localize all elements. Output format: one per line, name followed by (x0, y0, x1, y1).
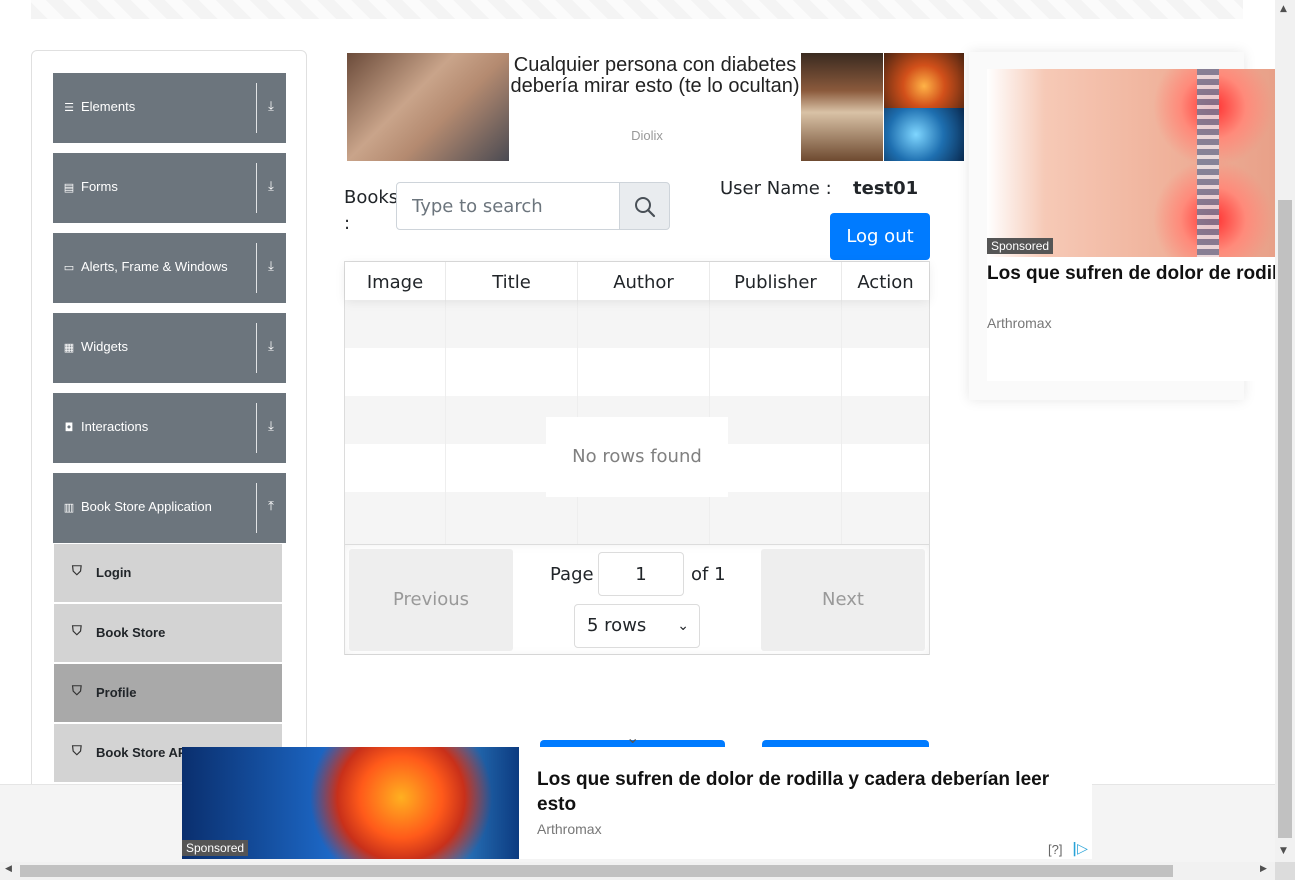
sidebar-group-alerts[interactable]: ▭ Alerts, Frame & Windows ⤓ (53, 233, 286, 303)
sidebar-group-label: Book Store Application (81, 499, 212, 514)
scrollbar-corner (1275, 862, 1295, 880)
bottom-ad-title[interactable]: Los que sufren de dolor de rodilla y cad… (537, 767, 1087, 817)
table-row (345, 300, 929, 348)
sidebar-group-label: Elements (81, 99, 136, 114)
vertical-scroll-thumb[interactable] (1278, 200, 1292, 838)
upload-arrow-icon: ⤒ (268, 499, 274, 514)
table-header: Image Title Author Publisher Action (345, 262, 929, 300)
horizontal-scrollbar[interactable]: ◀ ▶ (0, 862, 1275, 880)
sidebar-group-widgets[interactable]: ▦ Widgets ⤓ (53, 313, 286, 383)
window-icon: ▭ (63, 261, 75, 274)
ad-image-explosion[interactable] (884, 53, 964, 108)
html5-icon: ⛉ (72, 744, 82, 759)
scroll-up-icon[interactable]: ▲ (1280, 4, 1287, 14)
sidebar-group-interactions[interactable]: ◘ Interactions ⤓ (53, 393, 286, 463)
rows-per-page-value: 5 rows (587, 615, 647, 636)
ad-image-back-pain[interactable] (987, 69, 1277, 257)
sidebar-item-label: Profile (96, 685, 137, 700)
sponsored-badge: Sponsored (987, 238, 1054, 254)
side-ad-source: Arthromax (987, 315, 1052, 331)
sidebar-group-label: Forms (81, 179, 118, 194)
sidebar-item-label: Book Store (96, 625, 166, 640)
download-arrow-icon: ⤓ (268, 419, 274, 434)
sidebar-item-book-store[interactable]: ⛉ Book Store (54, 604, 282, 663)
books-table: Image Title Author Publisher Action No r… (344, 261, 930, 655)
sponsored-badge: Sponsored (182, 840, 249, 856)
side-ad-title[interactable]: Los que sufren de dolor de rodilla y cad… (987, 261, 1277, 286)
user-name-value: test01 (853, 178, 919, 199)
scroll-left-icon[interactable]: ◀ (5, 864, 12, 874)
column-header-title[interactable]: Title (446, 262, 578, 300)
sidebar-group-book-store[interactable]: ▥ Book Store Application ⤒ (53, 473, 286, 543)
sidebar-item-label: Book Store API (96, 745, 191, 760)
column-header-publisher[interactable]: Publisher (710, 262, 842, 300)
ad-info-link[interactable]: [?] (1048, 842, 1062, 857)
column-header-image[interactable]: Image (345, 262, 446, 300)
scroll-right-icon[interactable]: ▶ (1260, 864, 1267, 874)
download-arrow-icon: ⤓ (268, 99, 274, 114)
books-search-label: Books : (344, 187, 399, 234)
column-header-author[interactable]: Author (578, 262, 710, 300)
sidebar-group-label: Alerts, Frame & Windows (81, 259, 228, 274)
sidebar-group-label: Widgets (81, 339, 128, 354)
sidebar-group-label: Interactions (81, 419, 149, 434)
html5-icon: ⛉ (72, 624, 82, 639)
ad-top-source: Diolix (631, 128, 663, 143)
page-number-input[interactable] (598, 552, 684, 596)
bottom-ad[interactable]: Sponsored Los que sufren de dolor de rod… (182, 747, 1092, 859)
sidebar-item-profile[interactable]: ⛉ Profile (54, 664, 282, 723)
sidebar-item-login[interactable]: ⛉ Login (54, 544, 282, 603)
page-total-label: of 1 (691, 564, 726, 585)
side-ad[interactable]: Sponsored Los que sufren de dolor de rod… (969, 52, 1277, 400)
hamburger-icon: ☰ (64, 101, 74, 114)
previous-button[interactable]: Previous (349, 549, 513, 651)
sidebar-group-forms[interactable]: ▤ Forms ⤓ (53, 153, 286, 223)
vertical-scrollbar[interactable]: ▲ ▼ (1275, 0, 1295, 862)
rows-per-page-select[interactable]: 5 rows ⌄ (574, 604, 700, 648)
logout-button[interactable]: Log out (830, 213, 930, 260)
top-banner (31, 0, 1243, 19)
download-arrow-icon: ⤓ (268, 259, 274, 274)
books-icon: ▥ (63, 501, 75, 514)
ad-top-title[interactable]: Cualquier persona con diabetes debería m… (509, 55, 801, 97)
page-label: Page (550, 564, 594, 585)
html5-icon: ⛉ (72, 564, 82, 579)
ad-image-portrait[interactable] (801, 53, 883, 161)
bottom-ad-source: Arthromax (537, 821, 602, 837)
sidebar-group-elements[interactable]: ☰ Elements ⤓ (53, 73, 286, 143)
table-row (345, 348, 929, 396)
download-arrow-icon: ⤓ (268, 179, 274, 194)
sidebar-item-label: Login (96, 565, 132, 580)
search-button[interactable] (619, 182, 670, 230)
grid-icon: ▦ (63, 341, 75, 354)
user-name-label: User Name : (720, 178, 832, 199)
form-icon: ▤ (63, 181, 75, 194)
html5-icon: ⛉ (72, 684, 82, 699)
scroll-down-icon[interactable]: ▼ (1280, 846, 1287, 856)
column-header-action[interactable]: Action (842, 262, 929, 300)
ad-image-leg[interactable] (347, 53, 509, 161)
ad-image-virus[interactable] (884, 108, 964, 161)
no-rows-message: No rows found (546, 417, 728, 497)
interaction-icon: ◘ (64, 421, 74, 434)
next-button[interactable]: Next (761, 549, 925, 651)
table-row (345, 492, 929, 544)
sidebar: ☰ Elements ⤓ ▤ Forms ⤓ ▭ Alerts, Frame &… (31, 50, 307, 812)
chevron-down-icon: ⌄ (677, 618, 689, 634)
chevron-down-icon[interactable]: ⌄ (626, 728, 639, 747)
search-input[interactable] (396, 182, 620, 230)
horizontal-scroll-thumb[interactable] (20, 865, 1173, 877)
download-arrow-icon: ⤓ (268, 339, 274, 354)
adchoices-icon[interactable]: |▷ (1072, 841, 1088, 857)
search-icon (635, 197, 656, 218)
pagination: Previous Page of 1 5 rows ⌄ Next (345, 544, 929, 655)
